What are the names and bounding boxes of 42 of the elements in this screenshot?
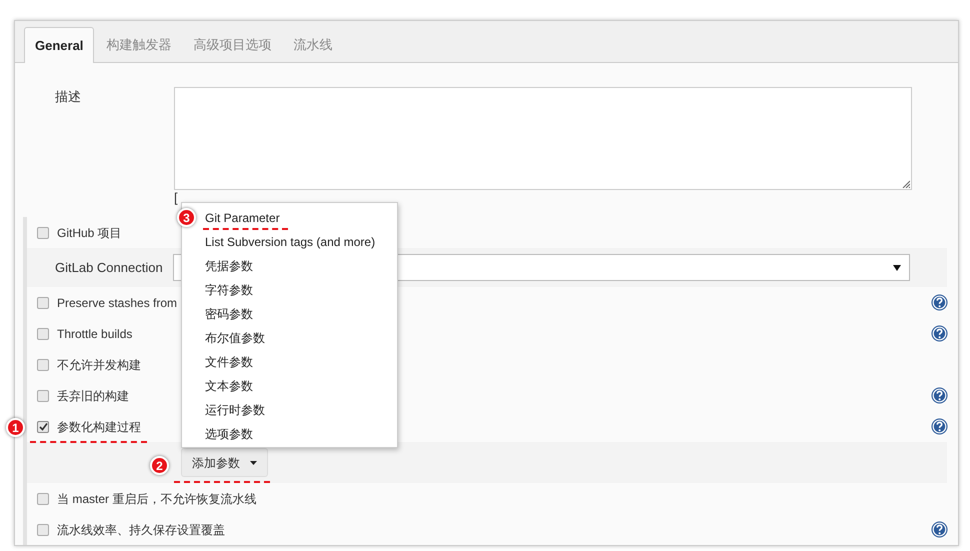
help-icon[interactable] [931, 387, 948, 404]
menu-item[interactable]: 选项参数 [202, 422, 397, 446]
dropdown-arrow-icon [893, 264, 901, 270]
checkbox-label: Preserve stashes from [57, 294, 178, 312]
check-icon [38, 422, 48, 431]
checkbox-label: 不允许并发构建 [57, 356, 141, 374]
checkbox[interactable] [37, 296, 49, 308]
menu-item[interactable]: 文件参数 [202, 350, 397, 374]
checkbox-label: 参数化构建过程 [57, 418, 141, 436]
annotation-badge: 1 [6, 418, 25, 437]
tab[interactable]: General [24, 26, 94, 63]
checkbox[interactable] [37, 492, 49, 504]
field-label: GitLab Connection [55, 258, 164, 277]
checkbox[interactable] [37, 226, 49, 238]
help-icon[interactable] [931, 418, 948, 435]
checkbox[interactable] [37, 390, 49, 402]
help-icon[interactable] [931, 521, 948, 538]
add-parameter-button[interactable]: 添加参数 [181, 448, 268, 477]
menu-item[interactable]: 凭据参数 [202, 254, 397, 278]
field-label: 描述 [55, 88, 82, 106]
help-icon[interactable] [931, 325, 948, 342]
checkbox-label: Throttle builds [57, 326, 132, 342]
checkbox-label: 丢弃旧的构建 [57, 388, 129, 404]
menu-item[interactable]: 布尔值参数 [202, 326, 397, 350]
menu-item[interactable]: List Subversion tags (and more) [202, 230, 397, 254]
help-icon[interactable] [931, 294, 948, 311]
description-textarea[interactable] [174, 86, 912, 190]
checkbox-label: GitHub 项目 [57, 224, 122, 242]
resize-grip-icon [902, 180, 910, 188]
checkbox[interactable] [37, 524, 49, 536]
menu-item[interactable]: 文本参数 [202, 374, 397, 398]
checkbox[interactable] [37, 328, 49, 340]
caret-icon [250, 460, 257, 464]
checkbox-label: 流水线效率、持久保存设置覆盖 [57, 522, 225, 538]
checkbox[interactable] [37, 420, 49, 432]
checkbox-label: 当 master 重启后，不允许恢复流水线 [57, 490, 256, 508]
menu-item[interactable]: 字符参数 [202, 278, 397, 302]
menu-item[interactable]: 密码参数 [202, 302, 397, 326]
format-link[interactable]: [ [174, 190, 178, 217]
menu-item[interactable]: 运行时参数 [202, 398, 397, 422]
checkbox[interactable] [37, 358, 49, 370]
menu-item[interactable]: Git Parameter [202, 206, 397, 230]
